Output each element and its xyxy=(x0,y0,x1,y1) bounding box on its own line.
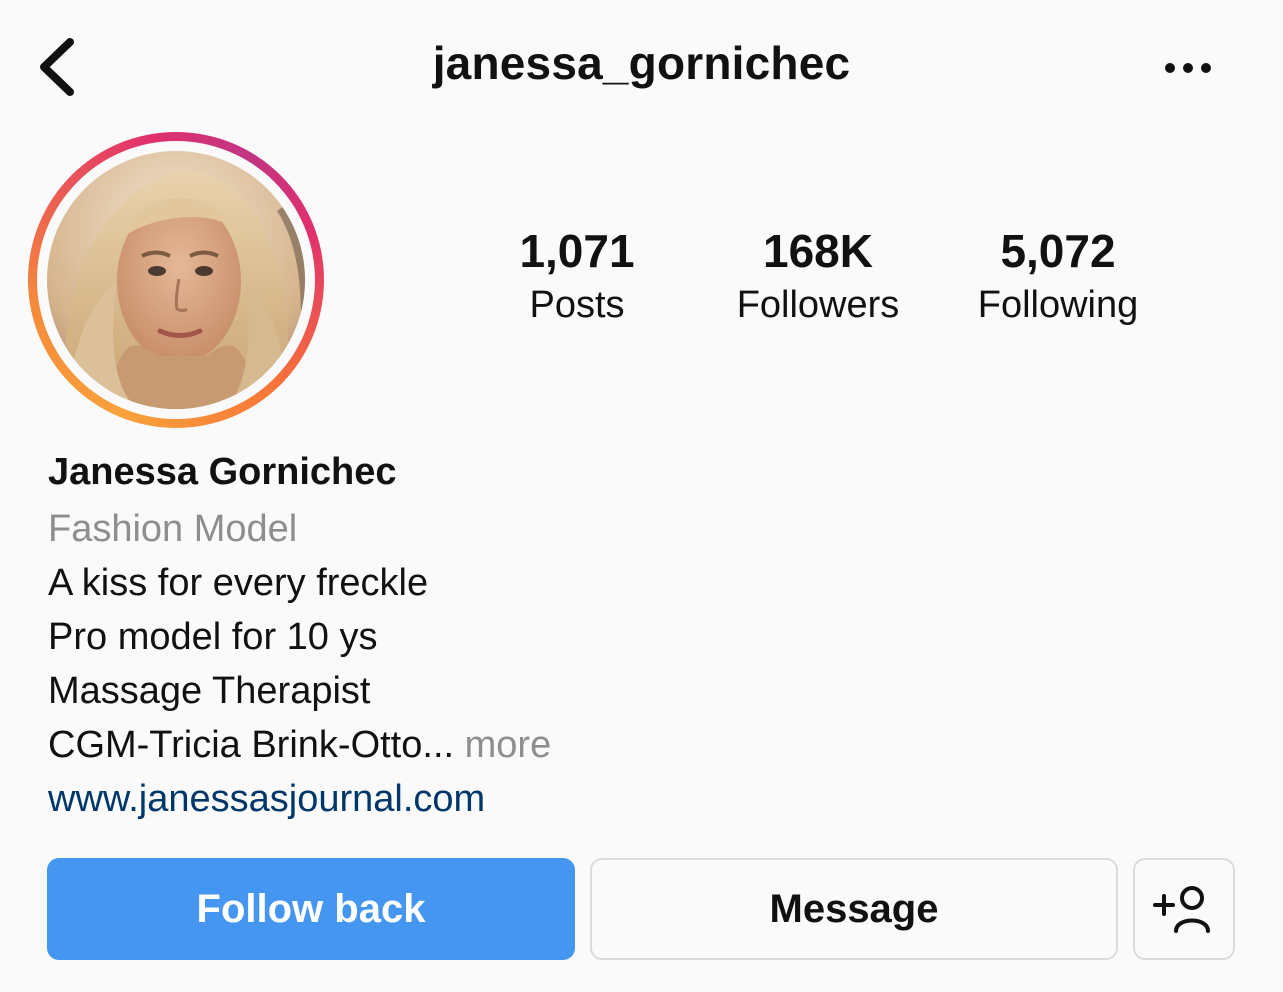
bio-more-link[interactable]: more xyxy=(454,724,552,766)
stat-label: Followers xyxy=(736,284,900,326)
profile-stats: 1,071 Posts 168K Followers 5,072 Followi… xyxy=(0,222,1283,342)
category-label: Fashion Model xyxy=(48,508,298,550)
add-user-icon xyxy=(1153,886,1210,933)
profile-header: janessa_gornichec xyxy=(0,0,1283,130)
stat-followers[interactable]: 168K Followers xyxy=(688,222,948,330)
more-horizontal-icon xyxy=(1165,63,1211,73)
stat-label: Posts xyxy=(529,284,625,326)
bio-line-text: CGM-Tricia Brink-Otto xyxy=(48,724,423,766)
message-button[interactable]: Message xyxy=(590,858,1118,960)
stat-posts[interactable]: 1,071 Posts xyxy=(447,222,707,330)
suggest-users-button[interactable] xyxy=(1133,858,1235,960)
bio-line: Pro model for 10 ys xyxy=(48,616,378,658)
stat-value: 5,072 xyxy=(1000,225,1116,277)
stat-following[interactable]: 5,072 Following xyxy=(928,222,1188,330)
stat-value: 168K xyxy=(763,225,873,277)
display-name: Janessa Gornichec xyxy=(48,451,397,493)
bio-line: A kiss for every freckle xyxy=(48,562,429,604)
username-title: janessa_gornichec xyxy=(432,37,851,89)
bio-line: Massage Therapist xyxy=(48,670,371,712)
website-link[interactable]: www.janessasjournal.com xyxy=(48,772,848,826)
more-options-button[interactable] xyxy=(1160,50,1216,86)
bio-truncated-line: CGM-Tricia Brink-Otto... more xyxy=(48,718,848,772)
profile-bio: Janessa Gornichec Fashion Model A kiss f… xyxy=(48,448,848,826)
follow-back-button[interactable]: Follow back xyxy=(47,858,575,960)
bio-ellipsis: ... xyxy=(422,724,455,766)
stat-value: 1,071 xyxy=(519,225,635,277)
stat-label: Following xyxy=(977,284,1139,326)
